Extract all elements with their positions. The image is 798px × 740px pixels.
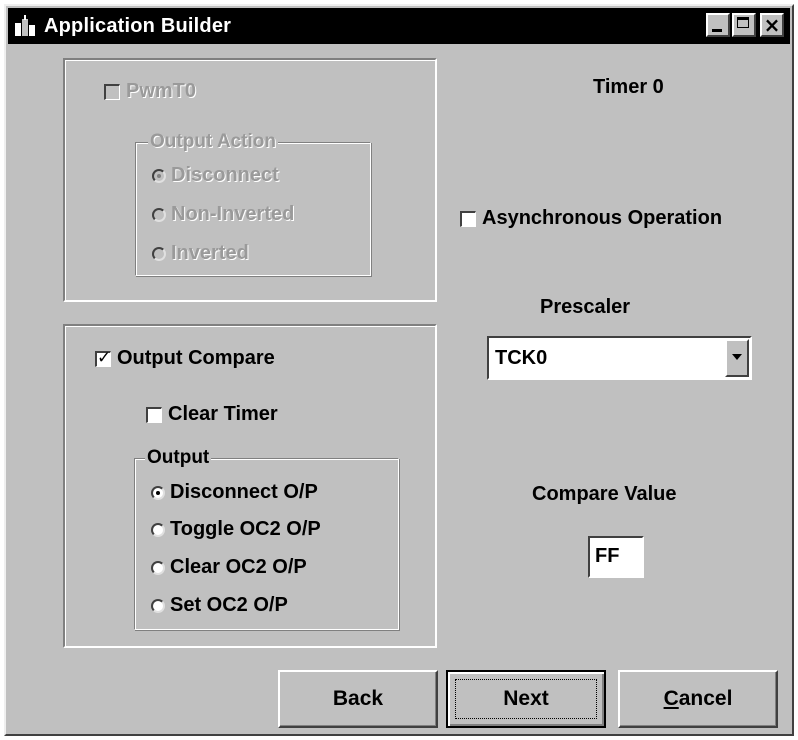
next-button-label: Next [503, 687, 549, 710]
radio-indicator[interactable] [152, 207, 166, 222]
asynchronous-operation-label: Asynchronous Operation [482, 207, 723, 229]
prescaler-value: TCK0 [495, 347, 548, 369]
maximize-button[interactable] [732, 13, 756, 37]
window-controls: × [706, 13, 784, 37]
cancel-button-label: Cancel [663, 687, 733, 710]
compare-value-input[interactable]: FF [588, 536, 644, 578]
window-title: Application Builder [44, 14, 232, 37]
output-action-disconnect-radio[interactable]: Disconnect [152, 164, 279, 187]
output-compare-checkbox[interactable]: Output Compare [95, 347, 275, 370]
radio-label: Inverted [171, 242, 249, 264]
next-button[interactable]: Next [446, 670, 606, 728]
compare-value-label: Compare Value [532, 483, 677, 505]
pwm-checkbox-box[interactable] [104, 83, 120, 100]
output-compare-label: Output Compare [117, 347, 275, 369]
title-bar[interactable]: Application Builder × [8, 8, 790, 44]
output-legend: Output [145, 447, 212, 469]
back-button-label: Back [332, 687, 384, 710]
radio-label: Toggle OC2 O/P [170, 518, 321, 540]
radio-indicator[interactable] [151, 485, 165, 500]
prescaler-label: Prescaler [540, 296, 631, 318]
minimize-icon [712, 29, 722, 32]
clear-timer-checkbox-box[interactable] [146, 406, 162, 423]
close-button[interactable]: × [760, 13, 784, 37]
radio-indicator[interactable] [152, 246, 166, 261]
clear-timer-checkbox[interactable]: Clear Timer [146, 403, 278, 426]
close-icon: × [763, 13, 781, 37]
radio-label: Clear OC2 O/P [170, 556, 307, 578]
output-set-radio[interactable]: Set OC2 O/P [151, 594, 288, 617]
radio-label: Disconnect O/P [170, 481, 318, 503]
asynchronous-operation-checkbox-box[interactable] [460, 210, 476, 227]
prescaler-select[interactable]: TCK0 [487, 336, 752, 380]
pwm-checkbox[interactable]: PwmT0 [104, 80, 196, 103]
output-compare-checkbox-box[interactable] [95, 348, 111, 368]
back-button[interactable]: Back [278, 670, 438, 728]
output-action-inverted-radio[interactable]: Inverted [152, 242, 249, 265]
clear-timer-label: Clear Timer [168, 403, 278, 425]
radio-indicator[interactable] [151, 560, 165, 575]
timer-heading: Timer 0 [593, 76, 664, 98]
radio-indicator[interactable] [151, 598, 165, 613]
output-action-legend: Output Action [148, 131, 278, 153]
cancel-button[interactable]: Cancel [618, 670, 778, 728]
pwm-checkbox-label: PwmT0 [126, 80, 197, 102]
asynchronous-operation-checkbox[interactable]: Asynchronous Operation [460, 207, 722, 230]
maximize-icon [737, 17, 749, 28]
radio-indicator[interactable] [151, 522, 165, 537]
radio-indicator[interactable] [152, 168, 166, 183]
output-action-noninverted-radio[interactable]: Non-Inverted [152, 203, 294, 226]
radio-label: Non-Inverted [171, 203, 295, 225]
radio-label: Set OC2 O/P [170, 594, 288, 616]
output-clear-radio[interactable]: Clear OC2 O/P [151, 556, 307, 579]
application-icon [15, 15, 35, 36]
output-toggle-radio[interactable]: Toggle OC2 O/P [151, 518, 321, 541]
output-disconnect-radio[interactable]: Disconnect O/P [151, 481, 318, 504]
minimize-button[interactable] [706, 13, 730, 37]
chevron-down-icon[interactable] [725, 339, 749, 377]
radio-label: Disconnect [171, 164, 279, 186]
